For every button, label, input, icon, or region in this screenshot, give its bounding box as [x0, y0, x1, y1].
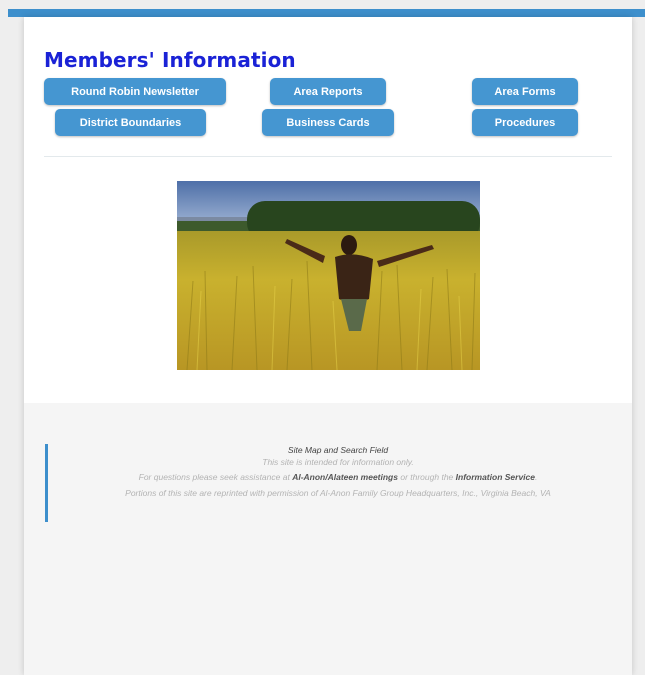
questions-mid: or through the: [397, 472, 456, 482]
info-only-notice: This site is intended for information on…: [262, 457, 414, 467]
section-divider: [44, 156, 612, 157]
site-footer: Site Map and Search Field This site is i…: [24, 403, 632, 675]
business-cards-button[interactable]: Business Cards: [262, 109, 394, 136]
footer-accent-bar: [45, 444, 48, 522]
information-service-link[interactable]: Information Service: [456, 472, 535, 482]
area-reports-button[interactable]: Area Reports: [270, 78, 386, 105]
round-robin-newsletter-button[interactable]: Round Robin Newsletter: [44, 78, 226, 105]
district-boundaries-button[interactable]: District Boundaries: [55, 109, 206, 136]
meetings-link[interactable]: Al-Anon/Alateen meetings: [292, 472, 398, 482]
procedures-button[interactable]: Procedures: [472, 109, 578, 136]
area-forms-button[interactable]: Area Forms: [472, 78, 578, 105]
hero-photo-field-woman: [177, 181, 480, 370]
permission-notice: Portions of this site are reprinted with…: [125, 488, 551, 498]
questions-notice: For questions please seek assistance at …: [64, 471, 612, 483]
questions-suffix: .: [535, 472, 538, 482]
top-accent-bar: [8, 9, 645, 17]
questions-prefix: For questions please seek assistance at: [138, 472, 293, 482]
site-map-link[interactable]: Site Map and Search Field: [64, 444, 612, 456]
page-title: Members' Information: [44, 48, 296, 72]
page-container: Members' Information Round Robin Newslet…: [24, 17, 632, 675]
